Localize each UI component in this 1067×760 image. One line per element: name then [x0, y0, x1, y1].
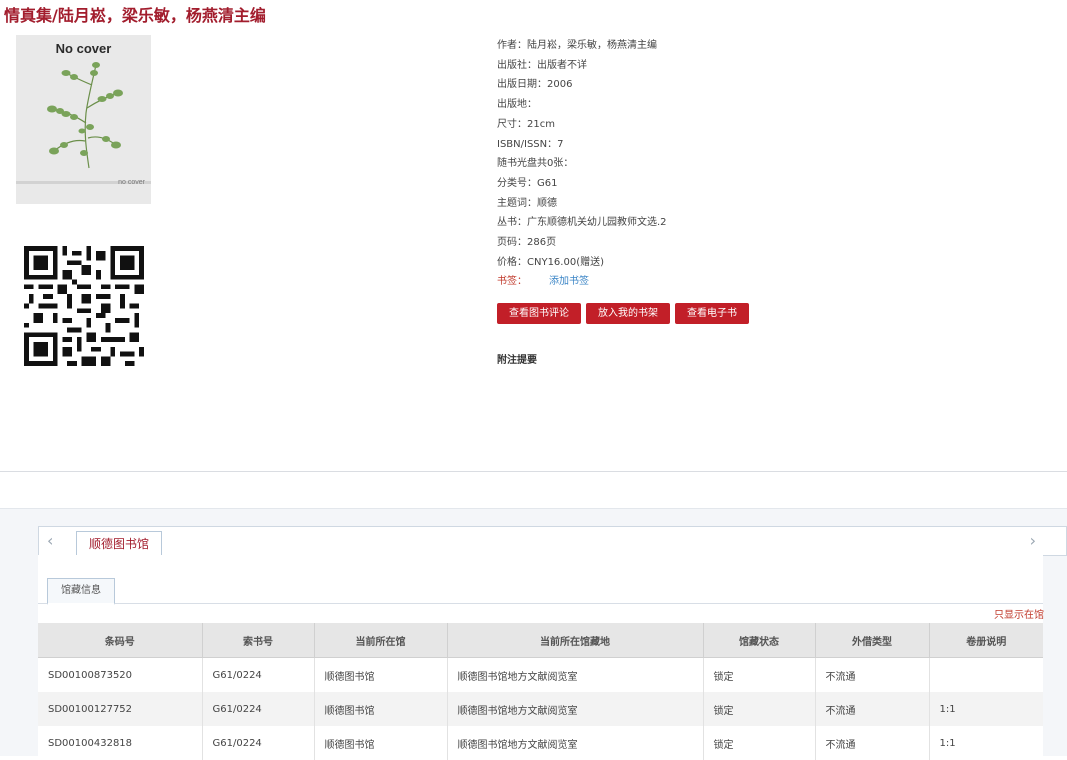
detail-price: 价格：CNY16.00(赠送) — [497, 256, 605, 268]
detail-pages: 页码：286页 — [497, 237, 557, 249]
cell-call-number: G61/0224 — [202, 657, 315, 692]
cell-status: 锁定 — [703, 692, 816, 726]
cell-current-location: 顺德图书馆地方文献阅览室 — [447, 726, 704, 760]
detail-isbn: ISBN/ISSN：7 — [497, 138, 564, 150]
cell-current-library: 顺德图书馆 — [314, 726, 448, 760]
holdings-panel: 馆藏信息 只显示在馆 条码号 索书号 当前所在馆 当前所在馆藏地 馆藏状态 外借… — [38, 555, 1044, 760]
cell-volume-note: 1:1 — [939, 737, 956, 749]
cell-barcode: SD00100873520 — [38, 657, 203, 692]
only-in-library-link[interactable]: 只显示在馆 — [994, 606, 1044, 621]
col-current-library[interactable]: 当前所在馆 — [314, 623, 448, 658]
subtab-underline — [38, 603, 1043, 604]
detail-series: 丛书：广东顺德机关幼儿园教师文选.2 — [497, 217, 667, 229]
bookmark-label: 书签： — [497, 276, 527, 288]
view-ebook-button[interactable]: 查看电子书 — [675, 303, 749, 324]
cell-loan-type: 不流通 — [815, 657, 930, 692]
col-volume-note[interactable]: 卷册说明 — [929, 623, 1043, 658]
col-current-location[interactable]: 当前所在馆藏地 — [447, 623, 704, 658]
table-row: SD00100127752 G61/0224 顺德图书馆 顺德图书馆地方文献阅览… — [38, 692, 1043, 726]
detail-pub-place: 出版地： — [497, 99, 537, 111]
cell-current-library: 顺德图书馆 — [314, 692, 448, 726]
add-to-shelf-button[interactable]: 放入我的书架 — [586, 303, 670, 324]
cell-status: 锁定 — [703, 657, 816, 692]
detail-author: 作者：陆月崧，梁乐敏，杨燕清主编 — [497, 40, 657, 51]
plant-illustration-icon — [47, 62, 123, 169]
col-loan-type[interactable]: 外借类型 — [815, 623, 930, 658]
cell-loan-type: 不流通 — [815, 692, 930, 726]
col-barcode[interactable]: 条码号 — [38, 623, 203, 658]
table-header-row: 条码号 索书号 当前所在馆 当前所在馆藏地 馆藏状态 外借类型 卷册说明 — [38, 623, 1043, 658]
holdings-table: 条码号 索书号 当前所在馆 当前所在馆藏地 馆藏状态 外借类型 卷册说明 SD0… — [38, 623, 1043, 760]
action-buttons: 查看图书评论 放入我的书架 查看电子书 — [497, 301, 754, 324]
table-row: SD00100432818 G61/0224 顺德图书馆 顺德图书馆地方文献阅览… — [38, 726, 1043, 760]
cell-volume-note — [929, 658, 1043, 693]
library-tab-bar: ‹ 顺德图书馆 › — [38, 526, 1067, 557]
detail-class-no: 分类号：G61 — [497, 177, 558, 189]
col-status[interactable]: 馆藏状态 — [703, 623, 816, 658]
cell-volume-note: 1:1 — [929, 692, 1043, 726]
detail-cd: 随书光盘共0张： — [497, 158, 574, 170]
scroll-left-icon[interactable]: ‹ — [47, 527, 53, 555]
view-reviews-button[interactable]: 查看图书评论 — [497, 303, 581, 324]
detail-publisher: 出版社：出版者不详 — [497, 59, 587, 71]
cover-caption-bottom: no cover — [118, 179, 145, 186]
detail-size: 尺寸：21cm — [497, 118, 555, 130]
scroll-right-icon[interactable]: › — [1030, 527, 1036, 555]
cell-barcode: SD00100432818 — [38, 726, 203, 760]
cell-call-number: G61/0224 — [202, 692, 315, 726]
table-row: SD00100873520 G61/0224 顺德图书馆 顺德图书馆地方文献阅览… — [38, 657, 1043, 693]
book-cover-image: No cover no cover — [16, 35, 151, 204]
cell-barcode: SD00100127752 — [38, 692, 203, 726]
cell-loan-type: 不流通 — [815, 726, 930, 760]
notes-heading: 附注提要 — [497, 355, 537, 366]
cell-current-location: 顺德图书馆地方文献阅览室 — [447, 657, 704, 692]
section-divider — [0, 471, 1067, 472]
cell-current-location: 顺德图书馆地方文献阅览室 — [447, 692, 704, 726]
book-title: 情真集/陆月崧，梁乐敏，杨燕清主编 — [4, 6, 266, 25]
cell-current-library: 顺德图书馆 — [314, 657, 448, 692]
book-details: 作者：陆月崧，梁乐敏，杨燕清主编 出版社：出版者不详 出版日期：2006 出版地… — [497, 36, 667, 292]
detail-subject: 主题词：顺德 — [497, 197, 557, 209]
tab-shunde-library[interactable]: 顺德图书馆 — [76, 531, 163, 557]
qr-code-icon — [24, 246, 144, 366]
detail-pub-date: 出版日期：2006 — [497, 79, 573, 91]
cell-call-number: G61/0224 — [202, 726, 315, 760]
tab-holdings-info[interactable]: 馆藏信息 — [47, 578, 115, 605]
col-call-number[interactable]: 索书号 — [202, 623, 315, 658]
detail-bookmark: 书签： 添加书签 — [497, 272, 667, 292]
cell-status: 锁定 — [703, 726, 816, 760]
add-bookmark-link[interactable]: 添加书签 — [549, 276, 589, 287]
